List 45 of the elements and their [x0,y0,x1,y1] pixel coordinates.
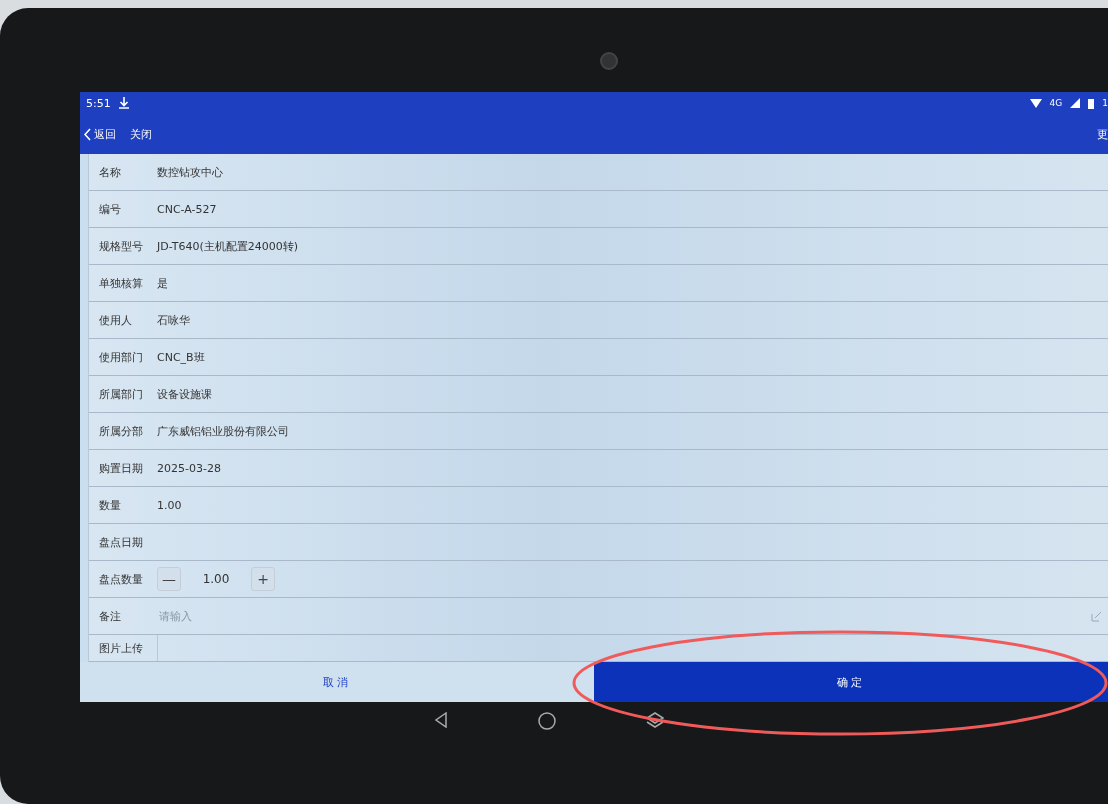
field-label: 盘点数量 [99,571,144,587]
signal-icon [1070,98,1081,108]
chevron-left-icon [84,127,91,141]
decrement-button[interactable]: — [157,567,181,591]
battery-percent: 1 [1102,98,1108,108]
remark-field[interactable]: 请输入 [157,608,1081,624]
field-value: CNC_B班 [157,349,205,365]
field-label: 盘点日期 [99,534,144,550]
field-label: 编号 [99,201,122,217]
field-value: 石咏华 [157,312,190,328]
quantity-value: 1.00 [201,572,231,586]
field-label: 所属分部 [99,423,144,439]
field-value: 1.00 [157,498,182,512]
increment-button[interactable]: + [251,567,275,591]
status-time: 5:51 [86,96,111,110]
field-label: 使用人 [99,312,133,328]
cancel-button[interactable]: 取消 [80,662,594,702]
battery-icon [1088,97,1095,109]
field-label: 备注 [99,608,122,624]
download-icon [118,97,129,109]
field-value: JD-T640(主机配置24000转) [157,238,298,254]
field-label: 规格型号 [99,238,144,254]
field-value: 数控钻攻中心 [157,164,223,180]
field-value: CNC-A-527 [157,202,217,216]
field-value: 2025-03-28 [157,461,221,475]
field-label: 数量 [99,497,122,513]
field-label: 所属部门 [99,386,144,402]
back-button[interactable]: 返回 [84,126,116,142]
header-action-button[interactable]: 更 [1097,126,1108,142]
home-icon[interactable] [538,712,556,730]
layers-icon[interactable] [646,712,664,730]
field-label: 单独核算 [99,275,144,291]
field-label: 名称 [99,164,122,180]
network-label: 4G [1049,98,1063,108]
field-label: 图片上传 [99,640,144,656]
back-icon[interactable] [434,712,448,730]
field-value: 是 [157,275,168,291]
field-value: 广东威铝铝业股份有限公司 [157,423,289,439]
field-label: 购置日期 [99,460,144,476]
confirm-button[interactable]: 确定 [594,662,1108,702]
close-button[interactable]: 关闭 [130,126,152,142]
field-value: 设备设施课 [157,386,212,402]
field-label: 使用部门 [99,349,144,365]
camera-icon [600,52,618,70]
wifi-icon [1029,98,1042,108]
